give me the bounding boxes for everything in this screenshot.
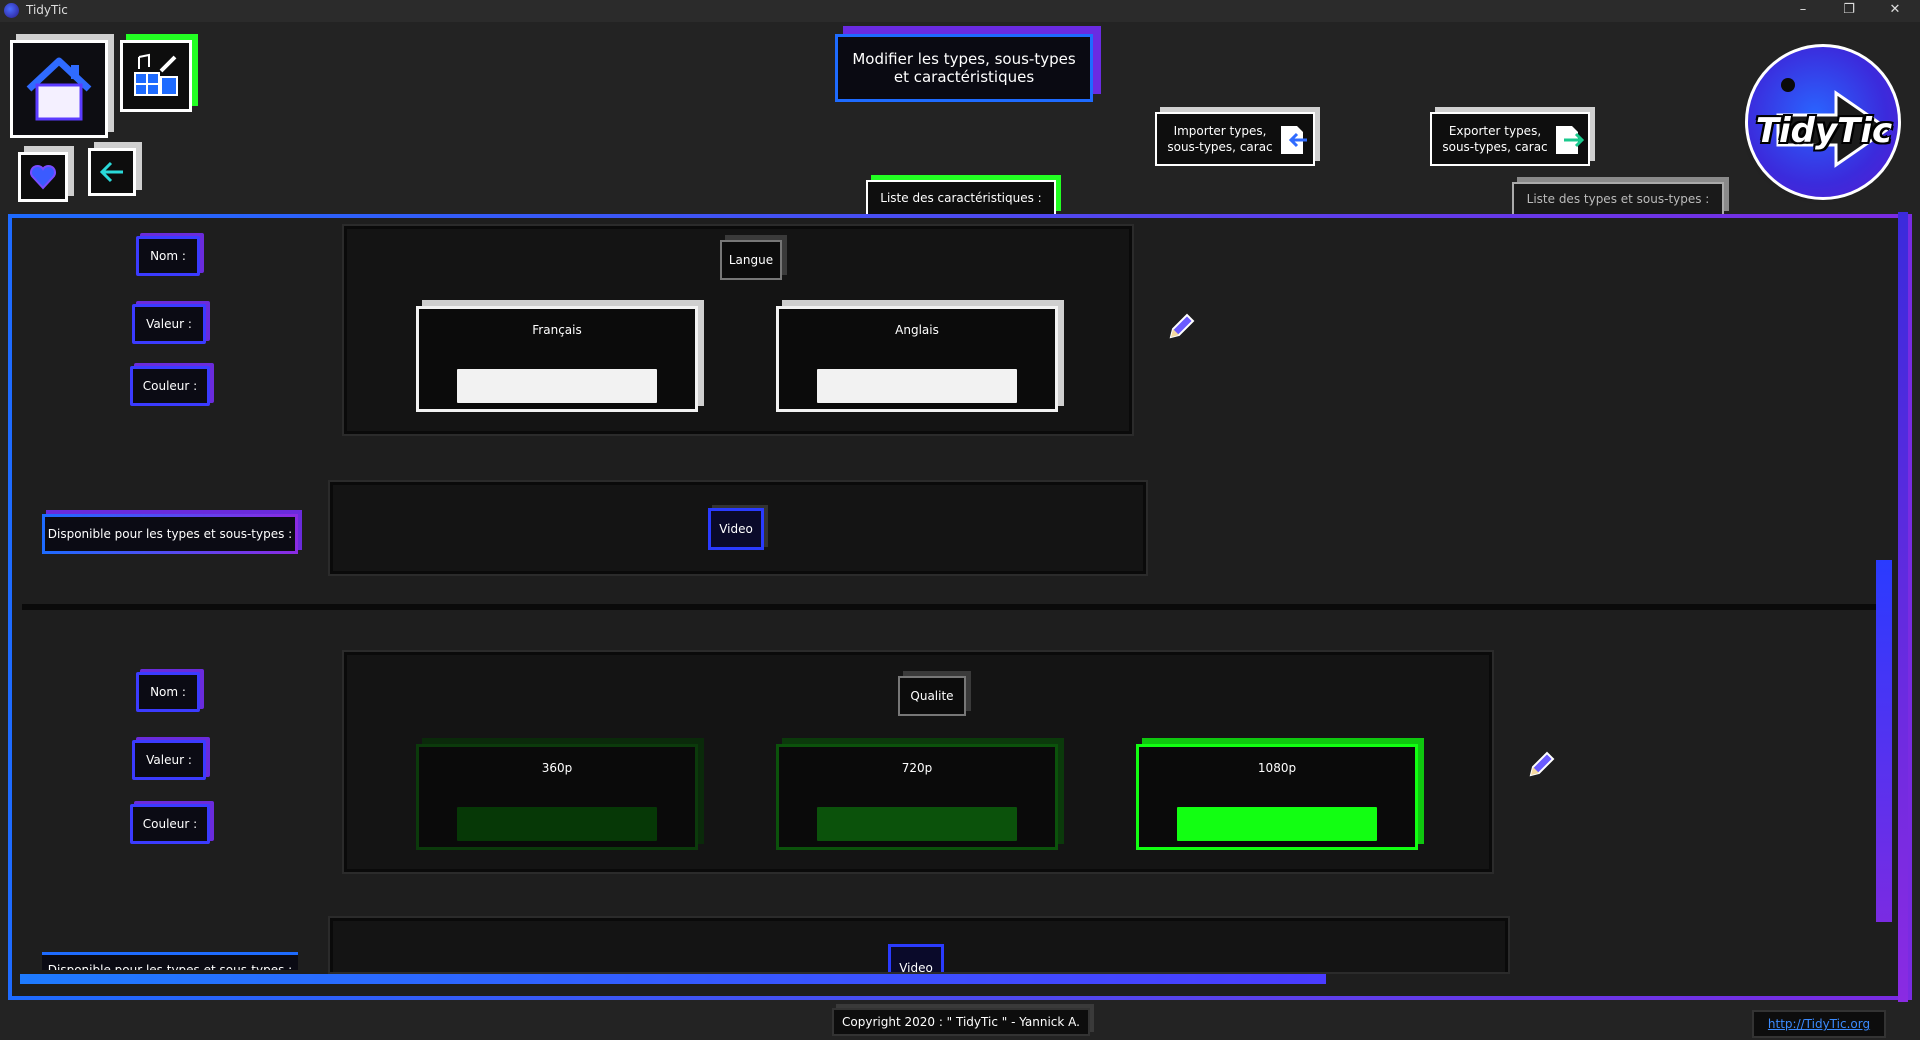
export-icon xyxy=(1556,126,1584,154)
available-label: Disponible pour les types et sous-types … xyxy=(42,514,298,554)
home-button[interactable] xyxy=(10,40,108,138)
value-label-text: 720p xyxy=(901,761,933,775)
import-label-line1: Importer types, xyxy=(1173,124,1267,138)
pencil-icon xyxy=(1169,313,1195,339)
media-button[interactable] xyxy=(120,40,192,112)
vertical-scrollbar[interactable] xyxy=(1876,560,1892,922)
title-bar: TidyTic – ❐ ✕ xyxy=(0,0,1920,22)
value-card[interactable]: 1080p xyxy=(1136,744,1418,850)
pencil-icon xyxy=(1529,751,1555,777)
value-label-text: Français xyxy=(532,323,582,337)
value-card[interactable]: 360p xyxy=(416,744,698,850)
tab-types[interactable]: Liste des types et sous-types : xyxy=(1512,182,1724,216)
import-label-line2: sous-types, carac xyxy=(1167,140,1273,154)
type-chip[interactable]: Video xyxy=(708,508,764,550)
value-label-text: 1080p xyxy=(1257,761,1297,775)
value-label: Valeur : xyxy=(132,740,206,780)
copyright-text: Copyright 2020 : " TidyTic " - Yannick A… xyxy=(832,1008,1090,1036)
heart-icon xyxy=(29,164,57,190)
favorites-button[interactable] xyxy=(18,152,68,202)
horizontal-scrollbar[interactable] xyxy=(20,974,1326,984)
value-color-swatch[interactable] xyxy=(457,369,657,403)
page-title-line1: Modifier les types, sous-types xyxy=(852,50,1076,68)
edit-button[interactable] xyxy=(1164,310,1198,344)
value-color-swatch[interactable] xyxy=(457,807,657,841)
home-icon xyxy=(26,57,92,121)
import-icon xyxy=(1281,126,1307,154)
type-chip[interactable]: Video xyxy=(888,944,944,975)
back-arrow-icon xyxy=(99,161,123,183)
window-title: TidyTic xyxy=(26,3,68,17)
page-title: Modifier les types, sous-types et caract… xyxy=(835,34,1093,102)
characteristic-name[interactable]: Qualite xyxy=(898,676,966,716)
back-button[interactable] xyxy=(88,148,136,196)
maximize-button[interactable]: ❐ xyxy=(1826,0,1872,22)
close-button[interactable]: ✕ xyxy=(1872,0,1918,22)
value-label: Valeur : xyxy=(132,304,206,344)
website-link[interactable]: http://TidyTic.org xyxy=(1752,1010,1886,1038)
frame-right-edge xyxy=(1898,212,1908,1002)
characteristic-name[interactable]: Langue xyxy=(720,240,782,280)
available-label: Disponible pour les types et sous-types … xyxy=(42,952,298,970)
color-label: Couleur : xyxy=(130,366,210,406)
minimize-button[interactable]: – xyxy=(1780,0,1826,22)
import-button[interactable]: Importer types, sous-types, carac xyxy=(1155,112,1315,166)
separator xyxy=(22,604,1886,610)
export-label-line2: sous-types, carac xyxy=(1442,140,1548,154)
color-label: Couleur : xyxy=(130,804,210,844)
page-title-line2: et caractéristiques xyxy=(893,68,1035,86)
name-label: Nom : xyxy=(136,236,200,276)
tab-characteristics[interactable]: Liste des caractéristiques : xyxy=(866,180,1056,216)
value-label-text: 360p xyxy=(541,761,573,775)
value-label-text: Anglais xyxy=(895,323,939,337)
name-label: Nom : xyxy=(136,672,200,712)
tidytic-logo: TidyTic xyxy=(1745,44,1901,200)
value-card[interactable]: Anglais xyxy=(776,306,1058,412)
value-color-swatch[interactable] xyxy=(1177,807,1377,841)
export-label-line1: Exporter types, xyxy=(1448,124,1542,138)
logo-text: TidyTic xyxy=(1755,111,1893,151)
value-color-swatch[interactable] xyxy=(817,807,1017,841)
app-icon xyxy=(4,3,19,18)
value-card[interactable]: 720p xyxy=(776,744,1058,850)
edit-button[interactable] xyxy=(1524,748,1558,782)
value-color-swatch[interactable] xyxy=(817,369,1017,403)
media-icon xyxy=(134,53,178,96)
value-card[interactable]: Français xyxy=(416,306,698,412)
export-button[interactable]: Exporter types, sous-types, carac xyxy=(1430,112,1590,166)
